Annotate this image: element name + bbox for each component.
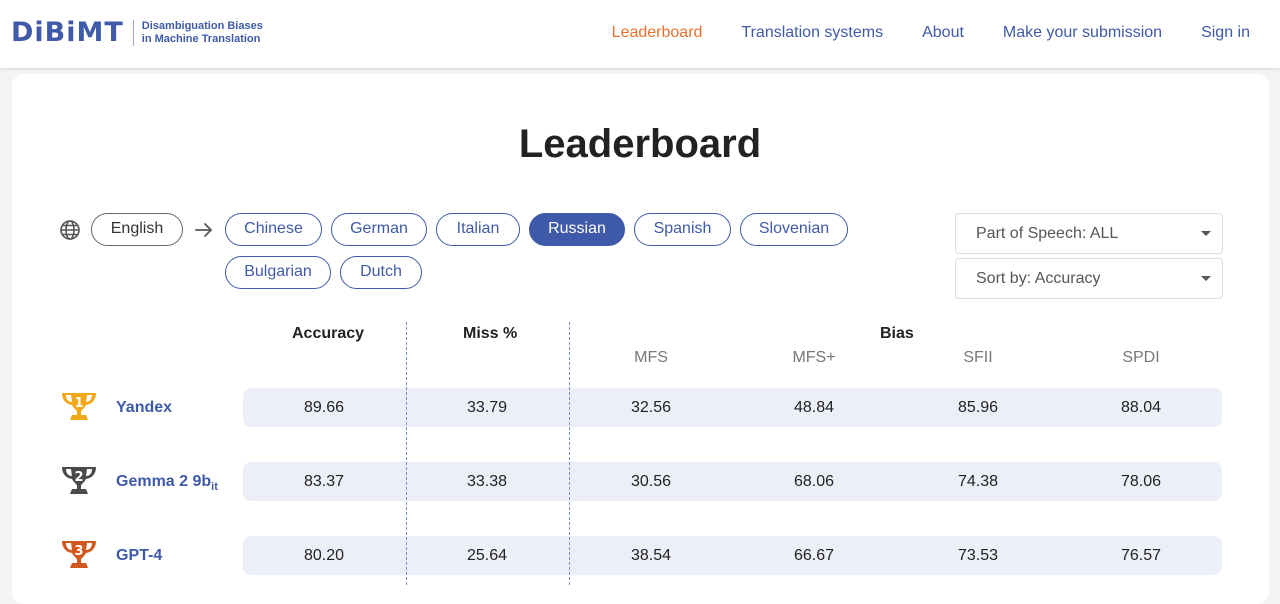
cell-accuracy: 89.66 (303, 399, 345, 416)
cell-accuracy: 83.37 (303, 473, 345, 490)
source-language-english[interactable]: English (91, 213, 183, 246)
header-bias: Bias (880, 325, 914, 342)
target-language-bulgarian[interactable]: Bulgarian (225, 256, 331, 289)
gold-trophy-icon: 1 (62, 393, 96, 420)
cell-mfs-plus: 68.06 (793, 473, 835, 490)
trophy-rank-number: 3 (74, 544, 83, 559)
target-language-dutch[interactable]: Dutch (340, 256, 422, 289)
caret-down-icon (1201, 231, 1211, 236)
cell-mfs: 38.54 (630, 547, 672, 564)
model-name: Yandex (116, 399, 173, 416)
sort-by-select[interactable]: Sort by: Accuracy (955, 258, 1223, 299)
header-spdi: SPDI (1122, 349, 1160, 366)
page-title: Leaderboard (518, 122, 762, 166)
model-name: GPT-4 (116, 547, 163, 564)
header-mfs: MFS (634, 349, 668, 366)
logo-separator (132, 20, 134, 46)
part-of-speech-select[interactable]: Part of Speech: ALL (955, 213, 1223, 254)
nav-sign-in[interactable]: Sign in (1201, 22, 1250, 44)
part-of-speech-value: Part of Speech: ALL (976, 225, 1119, 242)
cell-spdi: 76.57 (1120, 547, 1162, 564)
model-name-subscript: it (211, 481, 218, 494)
trophy-rank-number: 1 (74, 396, 83, 411)
main-nav: Leaderboard Translation systems About Ma… (612, 22, 1250, 44)
nav-leaderboard[interactable]: Leaderboard (612, 22, 703, 44)
column-divider (569, 322, 570, 585)
bronze-trophy-icon: 3 (62, 541, 96, 568)
header-accuracy: Accuracy (292, 325, 365, 342)
nav-make-submission[interactable]: Make your submission (1003, 22, 1162, 44)
site-logo[interactable]: DiBiMT Disambiguation Biases in Machine … (11, 17, 263, 49)
cell-sfii: 74.38 (957, 473, 999, 490)
cell-mfs-plus: 48.84 (793, 399, 835, 416)
model-link-gemma-2-9b-it[interactable]: Gemma 2 9bit (116, 462, 218, 507)
cell-sfii: 73.53 (957, 547, 999, 564)
logo-wordmark: DiBiMT (11, 17, 124, 48)
target-language-chinese[interactable]: Chinese (225, 213, 322, 246)
cell-miss-percent: 33.38 (466, 473, 508, 490)
target-language-german[interactable]: German (331, 213, 427, 246)
model-name: Gemma 2 9b (116, 473, 212, 490)
target-language-spanish[interactable]: Spanish (634, 213, 731, 246)
header-sfii: SFII (963, 349, 993, 366)
cell-spdi: 78.06 (1120, 473, 1162, 490)
cell-spdi: 88.04 (1120, 399, 1162, 416)
cell-accuracy: 80.20 (303, 547, 345, 564)
column-divider (406, 322, 407, 585)
cell-mfs: 32.56 (630, 399, 672, 416)
header-miss-percent: Miss % (463, 325, 518, 342)
cell-miss-percent: 25.64 (466, 547, 508, 564)
trophy-rank-number: 2 (74, 470, 83, 485)
target-language-russian[interactable]: Russian (529, 213, 625, 246)
caret-down-icon (1201, 276, 1211, 281)
logo-subtitle: Disambiguation Biases in Machine Transla… (142, 20, 263, 46)
cell-miss-percent: 33.79 (466, 399, 508, 416)
nav-about[interactable]: About (922, 22, 964, 44)
nav-translation-systems[interactable]: Translation systems (741, 22, 883, 44)
top-navbar: DiBiMT Disambiguation Biases in Machine … (0, 0, 1280, 68)
globe-icon (60, 220, 80, 240)
cell-sfii: 85.96 (957, 399, 999, 416)
target-language-italian[interactable]: Italian (436, 213, 520, 246)
arrow-right-icon (195, 223, 212, 237)
header-mfs-plus: MFS+ (792, 349, 836, 366)
silver-trophy-icon: 2 (62, 467, 96, 494)
cell-mfs-plus: 66.67 (793, 547, 835, 564)
cell-mfs: 30.56 (630, 473, 672, 490)
logo-subtitle-line-2: in Machine Translation (141, 33, 261, 45)
target-language-slovenian[interactable]: Slovenian (740, 213, 848, 246)
logo-subtitle-line-1: Disambiguation Biases (141, 20, 263, 32)
model-link-yandex[interactable]: Yandex (116, 388, 172, 433)
table-row (243, 388, 1222, 427)
table-row (243, 536, 1222, 575)
model-link-gpt-4[interactable]: GPT-4 (116, 536, 162, 581)
table-row (243, 462, 1222, 501)
sort-by-value: Sort by: Accuracy (976, 270, 1101, 287)
